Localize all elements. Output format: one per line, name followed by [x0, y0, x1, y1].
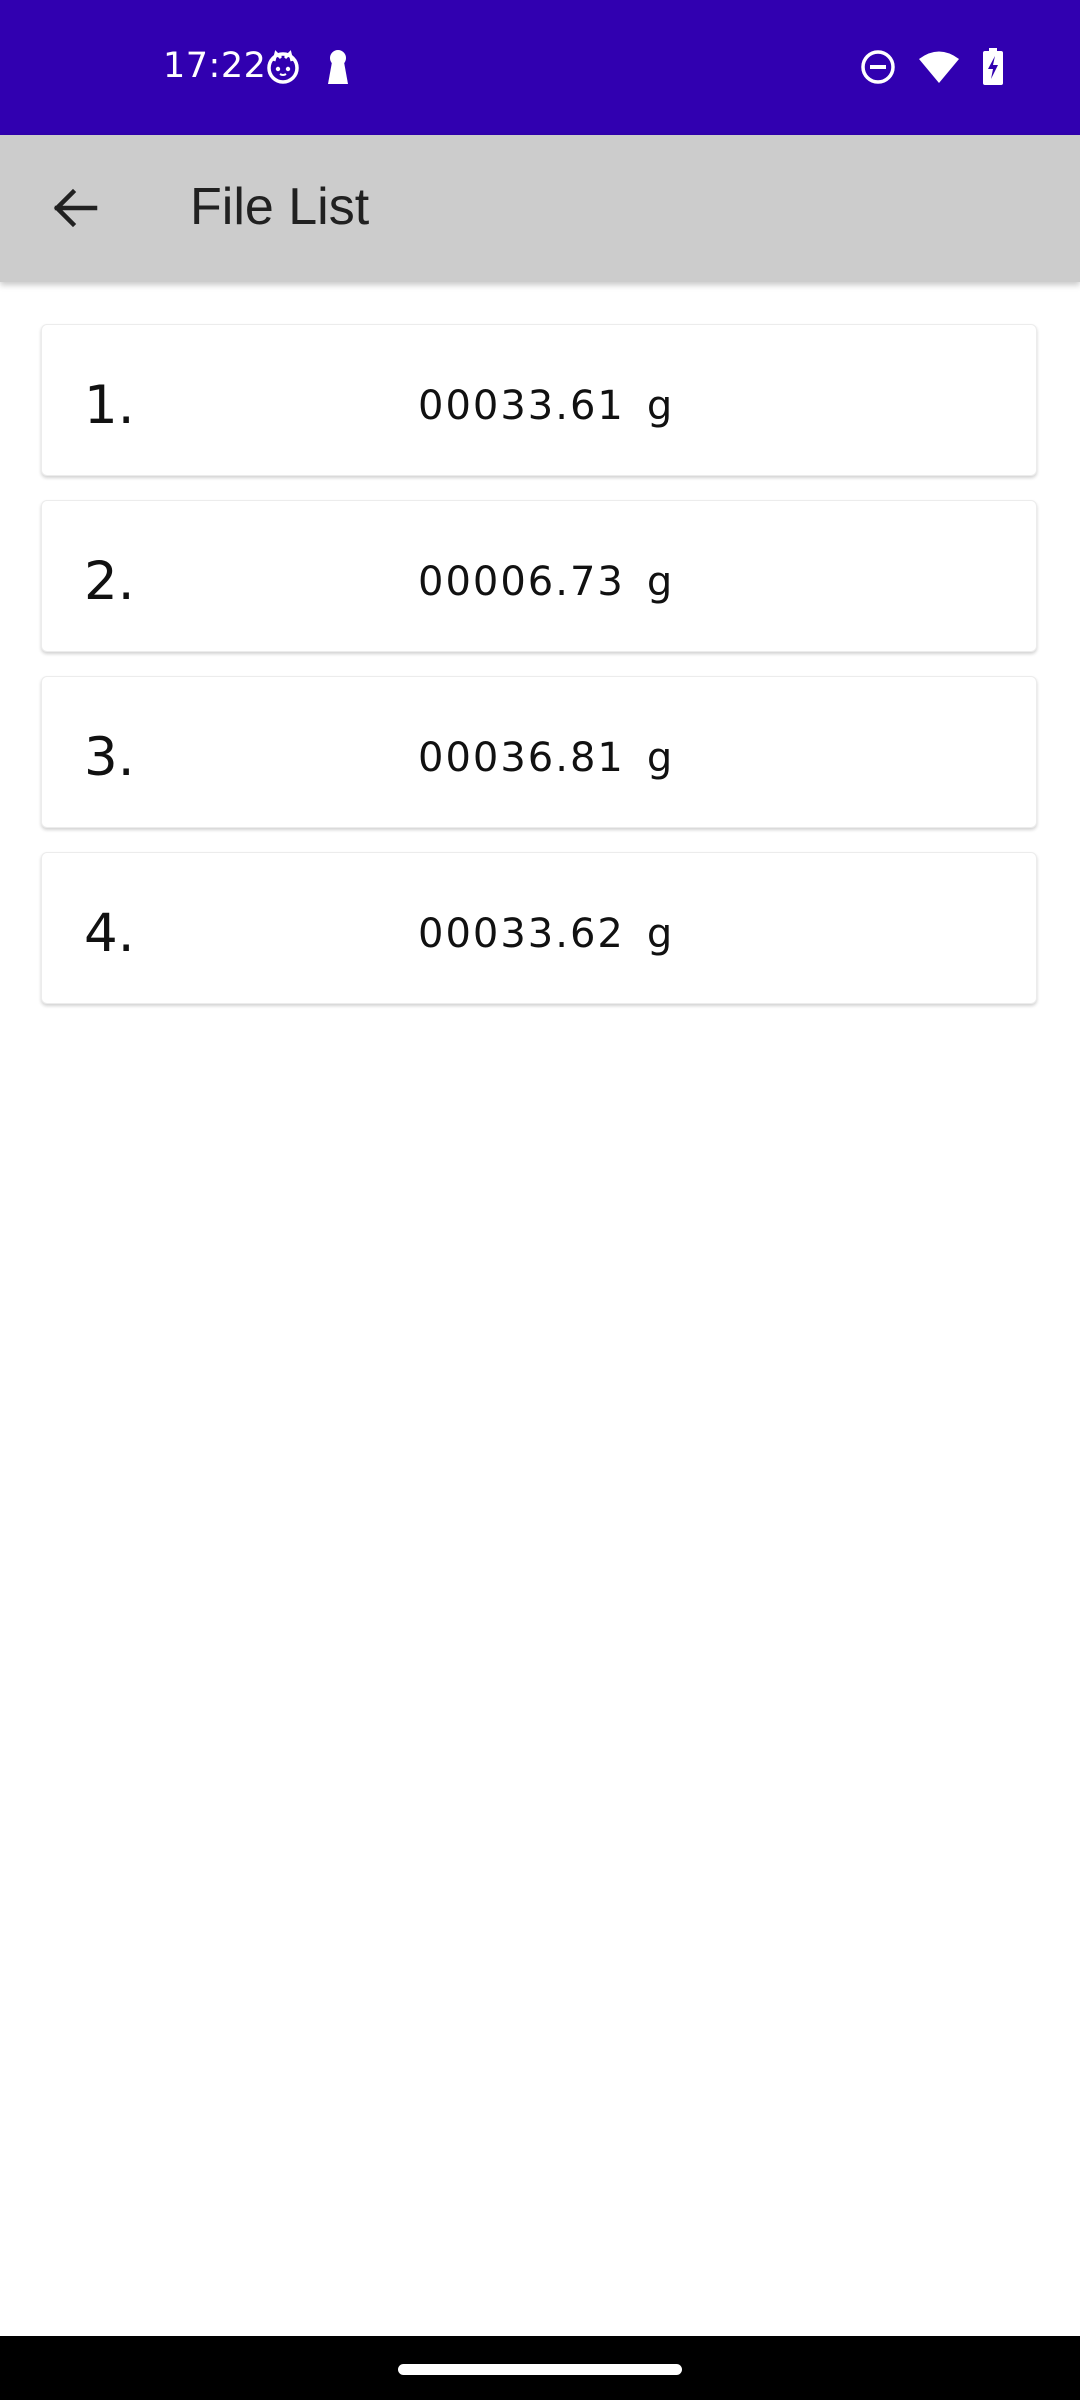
weight-value: 00033.61 [418, 383, 625, 429]
navigation-bar [0, 2336, 1080, 2400]
arrow-back-icon [53, 188, 98, 228]
do-not-disturb-icon [861, 50, 895, 84]
keyhole-icon [328, 50, 348, 84]
status-time: 17:22 [163, 46, 267, 86]
list-item[interactable]: 2. 00006.73 g [41, 500, 1037, 652]
weight-value: 00036.81 [418, 735, 625, 781]
list-item-index: 3. [84, 727, 135, 788]
status-left-icons [265, 48, 351, 86]
home-gesture-handle[interactable] [398, 2364, 682, 2375]
list-item-weight: 00033.61 g [418, 383, 674, 429]
file-list: 1. 00033.61 g 2. 00006.73 g 3. 00036.81 g 4… [41, 324, 1039, 1028]
app-bar: File List [0, 135, 1080, 282]
weight-unit: g [646, 911, 675, 957]
list-item[interactable]: 3. 00036.81 g [41, 676, 1037, 828]
list-item-weight: 00036.81 g [418, 735, 674, 781]
weight-value: 00006.73 [418, 559, 625, 605]
cat-face-icon [267, 50, 299, 84]
page-title: File List [190, 178, 370, 236]
list-item-weight: 00006.73 g [418, 559, 674, 605]
status-bar: 17:22 [0, 0, 1080, 135]
list-item-index: 4. [84, 903, 135, 964]
weight-unit: g [646, 559, 675, 605]
status-right-icons [860, 48, 1004, 86]
battery-charging-icon [983, 48, 1003, 85]
weight-unit: g [646, 735, 675, 781]
list-item[interactable]: 4. 00033.62 g [41, 852, 1037, 1004]
list-item-index: 2. [84, 551, 135, 612]
list-item[interactable]: 1. 00033.61 g [41, 324, 1037, 476]
weight-unit: g [646, 383, 675, 429]
wifi-icon [919, 51, 959, 83]
list-item-index: 1. [84, 375, 135, 436]
list-item-weight: 00033.62 g [418, 911, 674, 957]
back-button[interactable] [38, 171, 112, 245]
weight-value: 00033.62 [418, 911, 625, 957]
